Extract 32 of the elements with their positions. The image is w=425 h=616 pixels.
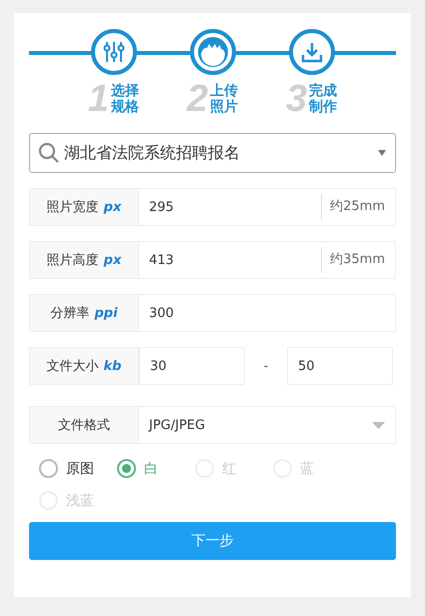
format-select[interactable]: JPG/JPEG: [139, 406, 396, 444]
step-label: 制作: [309, 99, 338, 115]
step-label: 照片: [210, 99, 238, 115]
person-icon: [196, 36, 228, 68]
step-label: 选择: [111, 83, 140, 99]
input-field[interactable]: 30: [139, 347, 245, 385]
sliders-icon: [102, 40, 126, 64]
unit-text: px: [104, 252, 122, 268]
search-icon: [38, 142, 60, 164]
unit-text: px: [104, 200, 122, 214]
step-label: 规格: [111, 99, 140, 115]
step-label: 上传: [210, 83, 238, 99]
input-field[interactable]: 300: [139, 294, 396, 332]
label-text: 照片宽度: [46, 199, 99, 216]
caret-icon: [372, 422, 385, 428]
unit-suffix: 约35mm: [321, 247, 385, 273]
range-separator: -: [262, 358, 270, 374]
background-radio[interactable]: 原图: [39, 459, 117, 478]
input-field[interactable]: 413 约35mm: [139, 241, 396, 279]
caret-icon: [377, 150, 387, 156]
unit-text: ppi: [94, 306, 118, 320]
label-text: 文件格式: [58, 417, 110, 434]
unit-suffix: 约25mm: [321, 194, 385, 220]
download-icon: [300, 40, 324, 64]
input-field[interactable]: 50: [287, 347, 393, 385]
unit-text: kb: [104, 358, 122, 374]
step-label: 完成: [309, 83, 338, 99]
label-text: 文件大小: [46, 358, 99, 375]
template-select[interactable]: 湖北省法院系统招聘报名: [29, 133, 396, 173]
label-text: 分辨率: [50, 305, 90, 322]
label-text: 照片高度: [46, 252, 99, 269]
input-field[interactable]: 295 约25mm: [139, 188, 396, 226]
